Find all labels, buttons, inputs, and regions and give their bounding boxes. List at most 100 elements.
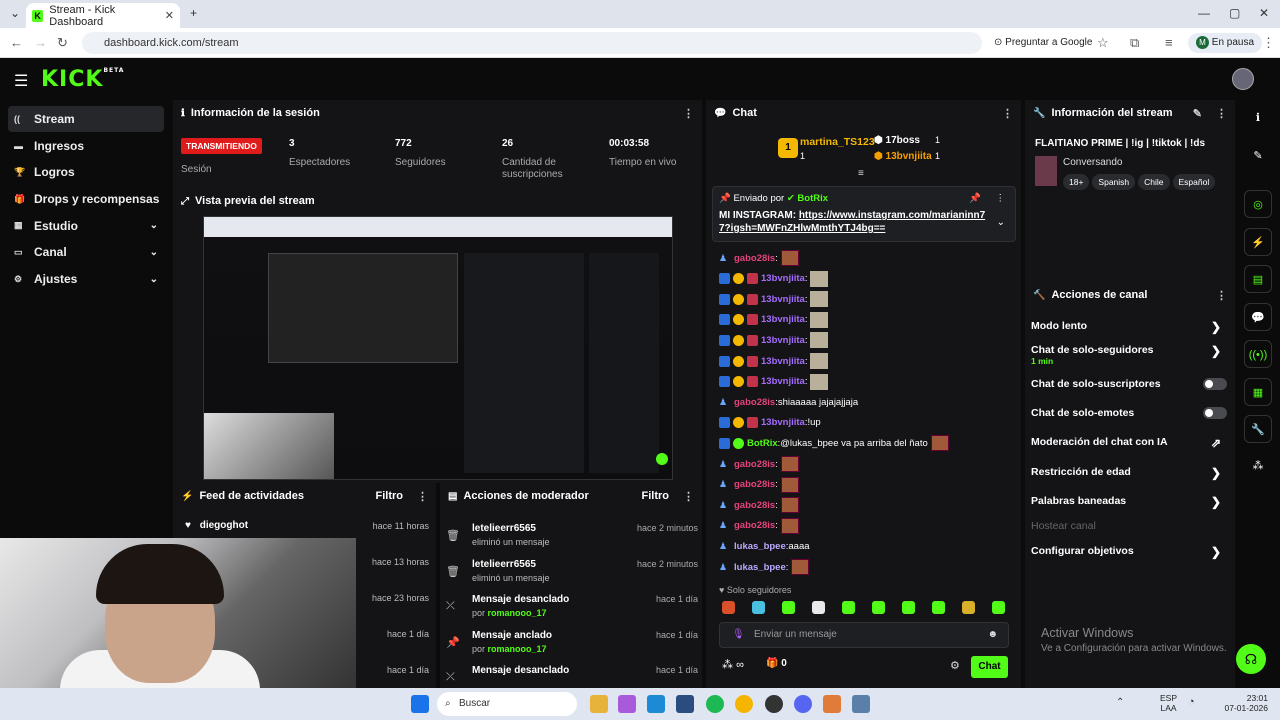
address-bar[interactable]: dashboard.kick.com/stream [82, 32, 982, 54]
unpin-icon[interactable]: 📌 [969, 193, 981, 204]
browser-tab[interactable]: K Stream - Kick Dashboard ✕ [26, 3, 180, 28]
obs-icon[interactable] [765, 695, 783, 713]
chat-username[interactable]: 13bvnjiita [761, 294, 805, 305]
start-icon[interactable] [411, 695, 429, 713]
chat-message[interactable]: ♟ gabo28is: [719, 497, 799, 514]
chat-message[interactable]: ♟ gabo28is: [719, 476, 799, 493]
sidebar-item-logros[interactable]: 🏆 Logros [8, 159, 164, 185]
points-icon[interactable]: ⁂ [722, 659, 736, 671]
streaminfo-more-icon[interactable]: ⋮ [1216, 107, 1227, 120]
chat-username[interactable]: BotRix [747, 438, 778, 449]
edit-icon[interactable]: ✎ [1193, 107, 1202, 120]
chrome-icon[interactable] [735, 695, 753, 713]
rail-layout-icon[interactable]: ▦ [1244, 378, 1272, 406]
lang-label[interactable]: ESP [1160, 693, 1177, 703]
feed-more-icon[interactable]: ⋮ [417, 490, 428, 503]
extensions-icon[interactable]: ⧉ [1130, 35, 1139, 51]
sidebar-item-drops-y-recompensas[interactable]: 🎁 Drops y recompensas [8, 186, 164, 212]
stream-tag[interactable]: 18+ [1063, 174, 1090, 190]
chat-username[interactable]: gabo28is [734, 479, 775, 490]
forward-icon[interactable]: → [34, 35, 47, 50]
sidebar-item-stream[interactable]: ((Stream [8, 106, 164, 132]
sidebar-item-estudio[interactable]: ▦ Estudio ⌄ [8, 213, 164, 239]
more-icon[interactable]: ⋮ [683, 107, 694, 120]
leader-third[interactable]: 13bvnjiita [886, 151, 932, 162]
chat-username[interactable]: 13bvnjiita [761, 376, 805, 387]
emoji-icon[interactable]: ☻ [987, 623, 998, 647]
chat-message[interactable]: ♟ gabo28is: [719, 250, 799, 266]
menu-icon[interactable]: ⋮ [1262, 35, 1275, 51]
sidebar-item-ingresos[interactable]: ▬ Ingresos [8, 133, 164, 159]
ask-google-button[interactable]: ⊙ Preguntar a Google [986, 33, 1100, 53]
expand-pinned-icon[interactable]: ⌄ [997, 217, 1005, 228]
chat-message[interactable]: 13bvnjiita: [719, 332, 829, 349]
channel-action-chat-de-solo-emotes[interactable]: Chat de solo-emotes [1031, 407, 1227, 419]
mod-action-by[interactable]: romanooo_17 [488, 608, 547, 618]
mod-action-row[interactable]: ⤫ Mensaje desanclado hace 1 día [446, 665, 698, 683]
chat-username[interactable]: lukas_bpee [734, 541, 786, 552]
copilot-icon[interactable] [618, 695, 636, 713]
feed-filter[interactable]: Filtro [376, 490, 404, 502]
chat-username[interactable]: gabo28is [734, 459, 775, 470]
chat-message[interactable]: 13bvnjiita: !up [719, 415, 821, 431]
channel-action-moderación-del-chat-con-ia[interactable]: Moderación del chat con IA ⇗ [1031, 436, 1227, 450]
chat-message[interactable]: 13bvnjiita: [719, 311, 829, 328]
chat-message[interactable]: ♟ lukas_bpee: aaaa [719, 538, 810, 554]
chat-message[interactable]: ♟ gabo28is: [719, 456, 799, 472]
channel-action-chat-de-solo-seguidores[interactable]: Chat de solo-seguidores 1 min ❯ [1031, 344, 1227, 366]
toggle-switch[interactable] [1203, 378, 1227, 390]
close-window-icon[interactable]: ✕ [1259, 6, 1269, 20]
channel-action-palabras-baneadas[interactable]: Palabras baneadas ❯ [1031, 495, 1227, 509]
rail-doc-icon[interactable]: ▤ [1244, 265, 1272, 293]
maximize-icon[interactable]: ▢ [1229, 6, 1240, 20]
clock-time[interactable]: 23:01 [1220, 693, 1268, 703]
kick-logo[interactable]: KICKBETA [41, 67, 124, 92]
channel-action-modo-lento[interactable]: Modo lento ❯ [1031, 320, 1227, 334]
quick-emote-icon[interactable] [902, 601, 915, 614]
rail-wrench-icon[interactable]: 🔧 [1244, 415, 1272, 443]
mod-more-icon[interactable]: ⋮ [683, 490, 694, 503]
chat-username[interactable]: 13bvnjiita [761, 314, 805, 325]
quick-emote-icon[interactable] [782, 601, 795, 614]
stream-preview-video[interactable] [203, 216, 673, 480]
spotify-icon[interactable] [706, 695, 724, 713]
mod-filter[interactable]: Filtro [642, 490, 670, 502]
store-icon[interactable] [676, 695, 694, 713]
reading-list-icon[interactable]: ≡ [1165, 35, 1173, 50]
chat-username[interactable]: gabo28is [734, 520, 775, 531]
taskbar-search[interactable]: ⌕ Buscar [437, 692, 577, 716]
stream-tag[interactable]: Chile [1138, 174, 1170, 190]
quick-emote-icon[interactable] [962, 601, 975, 614]
bookmark-star-icon[interactable]: ☆ [1097, 35, 1109, 51]
close-tab-icon[interactable]: ✕ [165, 9, 174, 22]
toggle-switch[interactable] [1203, 407, 1227, 419]
mod-action-row[interactable]: 📌 Mensaje anclado por romanooo_17 hace 1 dí… [446, 630, 698, 654]
mod-action-by[interactable]: romanooo_17 [488, 644, 547, 654]
rail-points-icon[interactable]: ⁂ [1244, 452, 1272, 480]
chat-message[interactable]: ♟ gabo28is: [719, 517, 799, 534]
leader-second[interactable]: 17boss [886, 135, 920, 146]
mod-action-row[interactable]: 🗑 letelieerr6565 eliminó un mensaje hace 2 … [446, 523, 698, 547]
settings-app-icon[interactable] [852, 695, 870, 713]
send-chat-button[interactable]: Chat [971, 656, 1008, 678]
pinned-author[interactable]: BotRix [797, 193, 828, 204]
quick-emote-icon[interactable] [842, 601, 855, 614]
quick-emote-icon[interactable] [932, 601, 945, 614]
chat-username[interactable]: 13bvnjiita [761, 417, 805, 428]
channel-action-chat-de-solo-suscriptores[interactable]: Chat de solo-suscriptores [1031, 378, 1227, 390]
edge-icon[interactable] [647, 695, 665, 713]
discord-icon[interactable] [794, 695, 812, 713]
chat-message[interactable]: ♟ lukas_bpee: [719, 559, 810, 575]
rail-target-icon[interactable]: ◎ [1244, 190, 1272, 218]
chat-message[interactable]: 13bvnjiita: [719, 270, 829, 287]
channel-action-restricción-de-edad[interactable]: Restricción de edad ❯ [1031, 466, 1227, 480]
tab-list-icon[interactable]: ⌄ [10, 6, 20, 20]
tray-chevron-icon[interactable]: ⌃ [1116, 697, 1124, 708]
quick-emote-icon[interactable] [992, 601, 1005, 614]
channel-action-configurar-objetivos[interactable]: Configurar objetivos ❯ [1031, 545, 1227, 559]
quick-emote-icon[interactable] [812, 601, 825, 614]
chat-settings-icon[interactable]: ⚙ [950, 659, 960, 672]
chat-username[interactable]: lukas_bpee [734, 562, 786, 573]
sidebar-item-ajustes[interactable]: ⚙ Ajustes ⌄ [8, 266, 164, 292]
hamburger-icon[interactable]: ☰ [14, 71, 28, 91]
